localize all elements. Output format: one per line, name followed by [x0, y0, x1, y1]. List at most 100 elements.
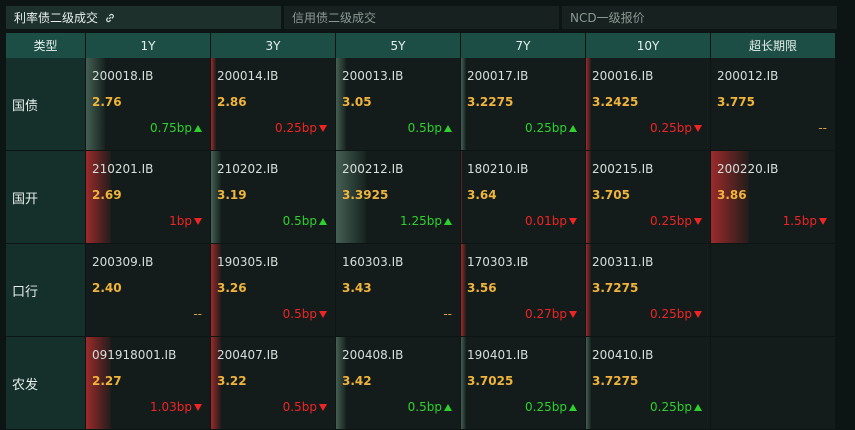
yield-change-value: 0.75bp	[150, 121, 192, 135]
yield-change: 0.5bp	[283, 400, 327, 414]
bond-yield: 3.43	[342, 281, 372, 295]
bond-cell[interactable]: 200407.IB 3.22 0.5bp	[211, 337, 336, 429]
bond-code: 200012.IB	[717, 69, 779, 83]
row-label: 农发	[6, 337, 86, 429]
bond-cell[interactable]: 170303.IB 3.56 0.27bp	[461, 244, 586, 336]
yield-change: 1bp	[169, 214, 202, 228]
header-type: 类型	[6, 33, 86, 58]
bond-cell[interactable]: 200014.IB 2.86 0.25bp	[211, 58, 336, 150]
bond-yield: 2.86	[217, 95, 247, 109]
bond-yield: 3.705	[592, 188, 630, 202]
empty-cell	[711, 244, 836, 336]
bond-cell[interactable]: 190305.IB 3.26 0.5bp	[211, 244, 336, 336]
header-col-7y: 7Y	[461, 33, 586, 58]
change-magnitude-bar	[586, 151, 591, 243]
triangle-up-icon	[569, 124, 577, 132]
bond-cell[interactable]: 200309.IB 2.40 --	[86, 244, 211, 336]
yield-change: 0.25bp	[650, 307, 702, 321]
tab-rate-bond-secondary[interactable]: 利率债二级成交	[6, 6, 281, 29]
change-magnitude-bar	[461, 244, 466, 336]
yield-change: 0.27bp	[525, 307, 577, 321]
triangle-up-icon	[319, 217, 327, 225]
bond-cell[interactable]: 200018.IB 2.76 0.75bp	[86, 58, 211, 150]
bond-cell[interactable]: 160303.IB 3.43 --	[336, 244, 461, 336]
change-magnitude-bar	[586, 337, 591, 429]
change-magnitude-bar	[461, 151, 463, 243]
bond-yield: 2.40	[92, 281, 122, 295]
bond-cell[interactable]: 210201.IB 2.69 1bp	[86, 151, 211, 243]
table-row: 农发 091918001.IB 2.27 1.03bp 200407.IB 3.22 0.5…	[6, 337, 836, 430]
yield-change-value: 0.5bp	[407, 121, 442, 135]
yield-change-value: 0.25bp	[525, 121, 567, 135]
row-label: 国债	[6, 58, 86, 150]
tab-credit-bond-secondary[interactable]: 信用债二级成交	[284, 6, 559, 29]
triangle-down-icon	[569, 217, 577, 225]
triangle-up-icon	[694, 403, 702, 411]
bond-yield: 3.22	[217, 374, 247, 388]
bond-cell[interactable]: 200220.IB 3.86 1.5bp	[711, 151, 836, 243]
yield-change: 0.25bp	[650, 121, 702, 135]
bond-yield: 3.42	[342, 374, 372, 388]
row-label: 国开	[6, 151, 86, 243]
bond-cell[interactable]: 200013.IB 3.05 0.5bp	[336, 58, 461, 150]
tab-ncd-primary-quote[interactable]: NCD一级报价	[562, 6, 837, 29]
triangle-down-icon	[319, 310, 327, 318]
bond-code: 091918001.IB	[92, 348, 177, 362]
yield-change: --	[443, 307, 452, 321]
bond-code: 200408.IB	[342, 348, 404, 362]
yield-change: --	[193, 307, 202, 321]
bond-yield: 3.86	[717, 188, 747, 202]
yield-change: 0.01bp	[525, 214, 577, 228]
yield-change: --	[818, 121, 827, 135]
bond-code: 180210.IB	[467, 162, 529, 176]
bond-cell[interactable]: 200016.IB 3.2425 0.25bp	[586, 58, 711, 150]
bond-cell[interactable]: 200017.IB 3.2275 0.25bp	[461, 58, 586, 150]
triangle-up-icon	[194, 124, 202, 132]
bond-code: 200212.IB	[342, 162, 404, 176]
tab-bar: 利率债二级成交 信用债二级成交 NCD一级报价	[6, 6, 837, 29]
yield-change-value: 1.25bp	[400, 214, 442, 228]
header-col-ultra-long: 超长期限	[711, 33, 836, 58]
triangle-down-icon	[569, 310, 577, 318]
link-icon[interactable]	[104, 12, 116, 24]
bond-cell[interactable]: 200410.IB 3.7275 0.25bp	[586, 337, 711, 429]
table-row: 国债 200018.IB 2.76 0.75bp 200014.IB 2.86 0.25bp…	[6, 58, 836, 151]
bond-code: 210201.IB	[92, 162, 154, 176]
header-col-5y: 5Y	[336, 33, 461, 58]
table-header: 类型 1Y 3Y 5Y 7Y 10Y 超长期限	[6, 33, 836, 58]
yield-change-value: 0.01bp	[525, 214, 567, 228]
bond-cell[interactable]: 200408.IB 3.42 0.5bp	[336, 337, 461, 429]
bond-cell[interactable]: 190401.IB 3.7025 0.25bp	[461, 337, 586, 429]
bond-code: 200016.IB	[592, 69, 654, 83]
yield-change: 1.03bp	[150, 400, 202, 414]
bond-code: 170303.IB	[467, 255, 529, 269]
yield-change-value: --	[193, 307, 202, 321]
yield-change-value: 0.25bp	[650, 307, 692, 321]
yield-change-value: 0.27bp	[525, 307, 567, 321]
bond-cell[interactable]: 180210.IB 3.64 0.01bp	[461, 151, 586, 243]
triangle-down-icon	[194, 217, 202, 225]
yield-change-value: 0.5bp	[407, 400, 442, 414]
yield-change-value: 1bp	[169, 214, 192, 228]
bond-yield: 3.64	[467, 188, 497, 202]
bond-cell[interactable]: 200311.IB 3.7275 0.25bp	[586, 244, 711, 336]
bond-yield: 3.3925	[342, 188, 389, 202]
bond-cell[interactable]: 200012.IB 3.775 --	[711, 58, 836, 150]
bond-cell[interactable]: 200212.IB 3.3925 1.25bp	[336, 151, 461, 243]
triangle-up-icon	[569, 403, 577, 411]
yield-change-value: 0.25bp	[650, 121, 692, 135]
triangle-up-icon	[444, 217, 452, 225]
triangle-up-icon	[444, 403, 452, 411]
yield-change-value: 1.03bp	[150, 400, 192, 414]
yield-change-value: 0.25bp	[525, 400, 567, 414]
bond-yield: 3.2425	[592, 95, 639, 109]
triangle-down-icon	[694, 217, 702, 225]
change-magnitude-bar	[586, 244, 591, 336]
yield-change-value: 0.25bp	[650, 214, 692, 228]
triangle-down-icon	[694, 124, 702, 132]
yield-change-value: --	[818, 121, 827, 135]
yield-change-value: 0.25bp	[275, 121, 317, 135]
bond-cell[interactable]: 200215.IB 3.705 0.25bp	[586, 151, 711, 243]
bond-cell[interactable]: 091918001.IB 2.27 1.03bp	[86, 337, 211, 429]
bond-cell[interactable]: 210202.IB 3.19 0.5bp	[211, 151, 336, 243]
